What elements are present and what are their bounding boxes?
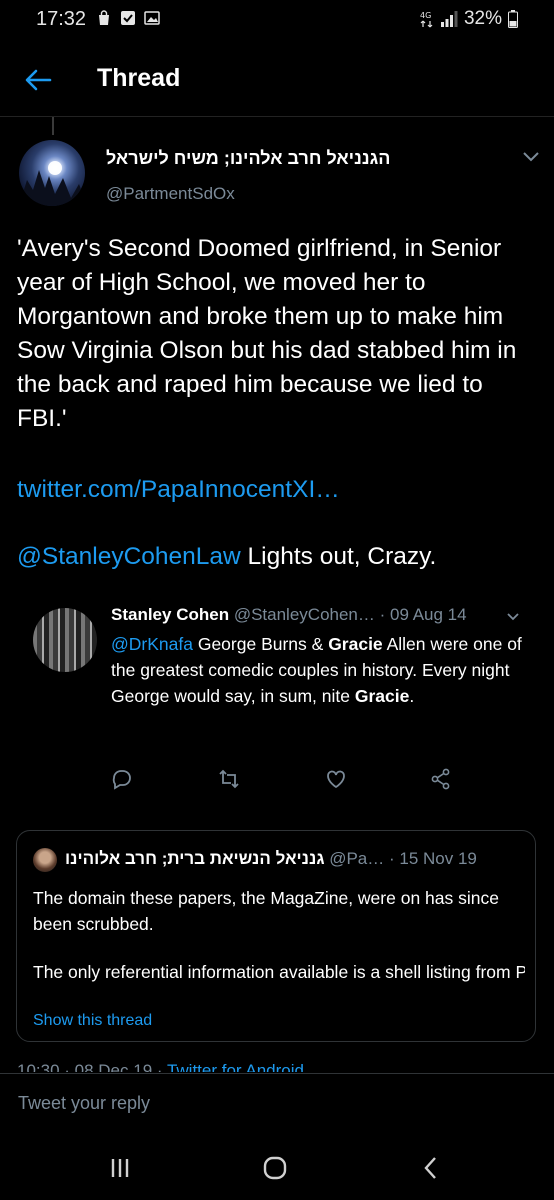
embedded-text-1: George Burns & <box>192 634 329 654</box>
check-box-icon <box>121 11 135 25</box>
author-handle[interactable]: @PartmentSdOx <box>106 184 235 204</box>
reply-bar <box>0 1073 554 1136</box>
quoted-name: גנניאל הנשיאת ברית; חרב אלוהינו <box>65 849 325 868</box>
chevron-down-icon[interactable] <box>522 151 540 163</box>
mention-link[interactable]: @StanleyCohenLaw <box>17 543 241 570</box>
quoted-avatar <box>33 848 57 872</box>
thread-header: Thread <box>0 42 554 116</box>
quoted-meta: @Pa… · 15 Nov 19 <box>324 849 477 868</box>
mention-text: Lights out, Crazy. <box>240 543 437 570</box>
author-name[interactable]: הגנניאל חרב אלהינו; משיח לישראל <box>106 148 390 169</box>
android-nav-bar <box>0 1135 554 1200</box>
embedded-date: · 09 Aug 14 <box>374 605 467 624</box>
recents-icon[interactable] <box>107 1155 133 1181</box>
tweet-source[interactable]: Twitter for Android <box>167 1061 304 1072</box>
embedded-mention[interactable]: @DrKnafa <box>111 634 193 654</box>
quoted-paragraph-1: The domain these papers, the MagaZine, w… <box>33 888 499 934</box>
embedded-header: Stanley Cohen @StanleyCohen… · 09 Aug 14 <box>111 605 467 625</box>
status-bar: 17:32 4G 32% <box>0 0 554 42</box>
tweet-timestamp: 10:30 · 08 Dec 19 · Twitter for Android <box>17 1060 304 1072</box>
tweet-body: 'Avery's Second Doomed girlfriend, in Se… <box>17 235 517 432</box>
arrow-left-icon[interactable] <box>22 64 54 96</box>
page-title: Thread <box>97 64 181 92</box>
image-icon <box>144 11 160 25</box>
embedded-avatar[interactable] <box>33 608 97 672</box>
reply-input[interactable] <box>16 1092 520 1115</box>
tweet-time: 10:30 · 08 Dec 19 · <box>17 1061 167 1072</box>
share-icon[interactable] <box>430 768 452 790</box>
home-icon[interactable] <box>262 1155 288 1181</box>
embedded-text-3: . <box>409 686 415 706</box>
battery-icon <box>508 10 518 28</box>
system-status: 4G 32% <box>420 8 518 30</box>
embedded-body: @DrKnafa George Burns & Gracie Allen wer… <box>111 631 531 709</box>
quoted-tweet-card[interactable]: גנניאל הנשיאת ברית; חרב אלוהינו @Pa… · 1… <box>16 830 536 1042</box>
svg-text:4G: 4G <box>420 11 431 20</box>
header-divider <box>0 116 554 117</box>
battery-percent: 32% <box>463 8 502 29</box>
bag-icon <box>99 10 109 25</box>
like-icon[interactable] <box>325 768 347 790</box>
notification-icons <box>96 10 160 26</box>
quoted-header: גנניאל הנשיאת ברית; חרב אלוהינו @Pa… · 1… <box>65 849 477 869</box>
show-thread-link[interactable]: Show this thread <box>33 1012 152 1030</box>
tweet-link[interactable]: twitter.com/PapaInnocentXI… <box>17 476 340 504</box>
quoted-paragraph-2: The only referential information availab… <box>33 962 525 982</box>
embedded-handle[interactable]: @StanleyCohen… <box>234 605 375 624</box>
tweet-actions <box>0 768 554 792</box>
embedded-bold-2: Gracie <box>354 686 410 706</box>
tweet-mention-line: @StanleyCohenLaw Lights out, Crazy. <box>17 543 436 571</box>
embedded-name[interactable]: Stanley Cohen <box>111 605 229 624</box>
embedded-chevron-down-icon[interactable] <box>506 612 520 622</box>
status-time: 17:32 <box>36 8 87 30</box>
retweet-icon[interactable] <box>218 768 240 790</box>
reply-icon[interactable] <box>111 768 133 790</box>
thread-connector-line <box>52 117 54 135</box>
author-avatar[interactable] <box>19 140 85 206</box>
nav-back-icon[interactable] <box>418 1155 444 1181</box>
avatar-image <box>19 161 85 206</box>
signal-icon <box>440 11 458 27</box>
embedded-bold-1: Gracie <box>328 634 383 654</box>
volte-icon: 4G <box>420 11 433 28</box>
